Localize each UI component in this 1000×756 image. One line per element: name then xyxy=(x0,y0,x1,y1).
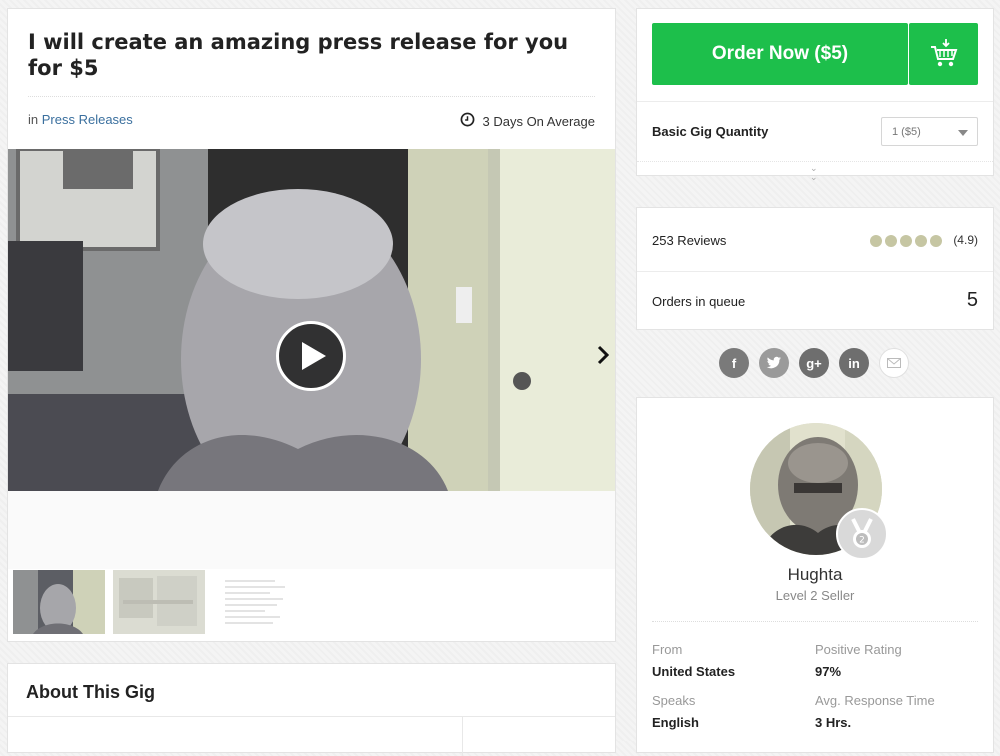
response-time-label: Avg. Response Time xyxy=(815,693,935,708)
play-icon xyxy=(302,342,326,370)
star-icon xyxy=(885,235,897,247)
delivery-time: 3 Days On Average xyxy=(460,112,596,130)
divider xyxy=(8,716,615,717)
positive-rating-value: 97% xyxy=(815,664,842,679)
add-to-cart-button[interactable] xyxy=(909,23,978,85)
from-value: United States xyxy=(652,664,736,679)
order-card: Order Now ($5) Basic Gig Quantity 1 ($5)… xyxy=(636,8,994,182)
star-icon xyxy=(900,235,912,247)
divider xyxy=(28,96,595,97)
seller-card: 2 Hughta Level 2 Seller From United Stat… xyxy=(636,397,994,753)
facebook-icon[interactable]: f xyxy=(719,348,749,378)
category-line: in Press Releases xyxy=(28,112,133,127)
linkedin-glyph: in xyxy=(848,355,860,371)
speaks-label: Speaks xyxy=(652,693,696,708)
divider xyxy=(637,161,993,162)
thumbnail-3[interactable] xyxy=(213,570,305,634)
linkedin-icon[interactable]: in xyxy=(839,348,869,378)
expand-chevron-icon[interactable]: ⌄ ⌄ xyxy=(810,164,818,182)
svg-text:2: 2 xyxy=(859,536,865,546)
video-area-background xyxy=(8,491,615,569)
rating-value: (4.9) xyxy=(953,233,978,247)
queue-label: Orders in queue xyxy=(652,294,746,309)
star-icon xyxy=(870,235,882,247)
delivery-text: 3 Days On Average xyxy=(482,113,596,129)
email-icon[interactable] xyxy=(879,348,909,378)
play-button[interactable] xyxy=(276,321,346,391)
video-player[interactable] xyxy=(8,149,615,491)
positive-rating-label: Positive Rating xyxy=(815,642,902,657)
from-label: From xyxy=(652,642,683,657)
about-title: About This Gig xyxy=(26,682,155,702)
thumbnail-strip xyxy=(13,570,305,634)
seller-name[interactable]: Hughta xyxy=(637,565,993,585)
response-time-value: 3 Hrs. xyxy=(815,715,852,730)
chevron-right-icon xyxy=(597,345,609,365)
category-link[interactable]: Press Releases xyxy=(42,112,133,127)
facebook-glyph: f xyxy=(731,355,737,371)
twitter-icon[interactable] xyxy=(759,348,789,378)
dropdown-arrow-icon xyxy=(958,130,968,136)
gig-title: I will create an amazing press release f… xyxy=(28,30,569,80)
share-bar: f g+ in xyxy=(719,348,909,378)
divider xyxy=(637,101,993,102)
cart-icon xyxy=(930,39,957,67)
quantity-select[interactable]: 1 ($5) xyxy=(881,117,978,146)
quantity-label: Basic Gig Quantity xyxy=(652,124,769,139)
google-plus-glyph: g+ xyxy=(806,355,822,371)
category-prefix: in xyxy=(28,112,39,127)
divider xyxy=(462,716,463,756)
queue-value: 5 xyxy=(966,289,978,311)
quantity-value: 1 ($5) xyxy=(892,126,921,138)
google-plus-icon[interactable]: g+ xyxy=(799,348,829,378)
about-gig-card: About This Gig xyxy=(7,663,616,756)
gig-main-card: I will create an amazing press release f… xyxy=(7,8,616,642)
clock-icon xyxy=(460,112,475,130)
divider xyxy=(652,621,978,622)
level-badge-icon: 2 xyxy=(836,508,888,560)
reviews-count[interactable]: 253 Reviews xyxy=(652,233,726,248)
star-icon xyxy=(930,235,942,247)
seller-level: Level 2 Seller xyxy=(775,588,855,603)
thumbnail-2[interactable] xyxy=(113,570,205,634)
stats-card: 253 Reviews (4.9) Orders in queue 5 xyxy=(636,207,994,330)
divider xyxy=(637,271,993,272)
rating-stars xyxy=(870,235,942,247)
star-icon xyxy=(915,235,927,247)
order-now-button[interactable]: Order Now ($5) xyxy=(652,23,908,85)
next-slide-button[interactable] xyxy=(597,345,609,365)
speaks-value: English xyxy=(652,715,699,730)
thumbnail-1[interactable] xyxy=(13,570,105,634)
